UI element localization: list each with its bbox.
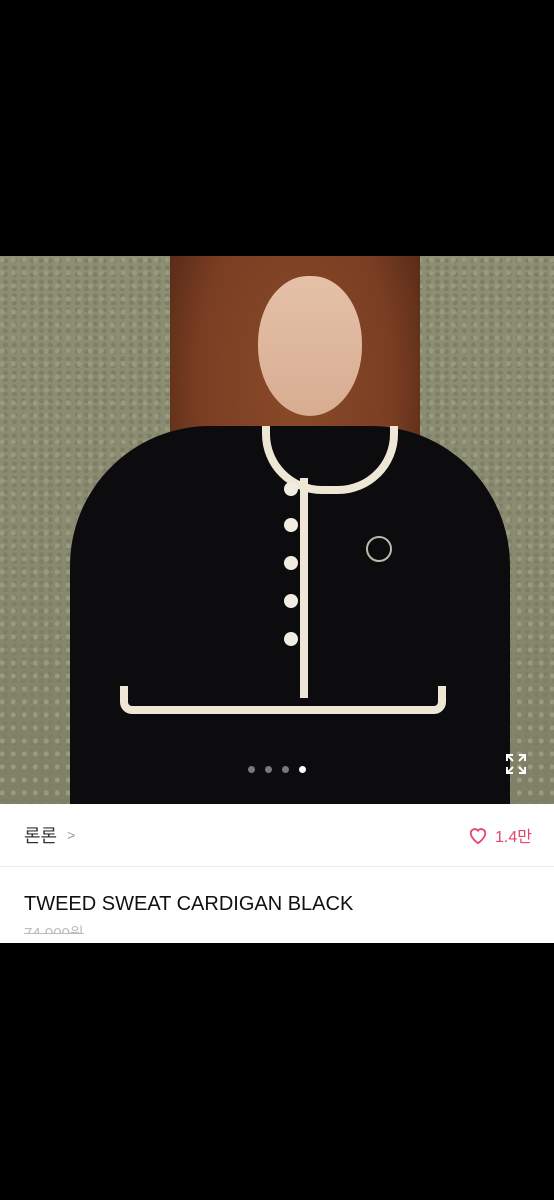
cardigan-button	[284, 482, 298, 496]
product-image[interactable]	[0, 256, 554, 804]
model-face	[258, 276, 362, 416]
cardigan-button	[284, 632, 298, 646]
chevron-right-icon: >	[67, 827, 76, 843]
carousel-dot[interactable]	[265, 766, 272, 773]
product-info-panel: 론론 > 1.4만 TWEED SWEAT CARDIGAN BLACK 74,…	[0, 804, 554, 943]
like-count: 1.4만	[495, 829, 532, 846]
brand-row: 론론 > 1.4만	[0, 804, 554, 867]
brand-name: 론론	[24, 826, 58, 846]
brand-link[interactable]: 론론 >	[24, 822, 75, 848]
product-price: 74,000원	[24, 925, 84, 934]
cardigan-front-trim	[300, 478, 308, 698]
like-button[interactable]: 1.4만	[467, 823, 532, 847]
carousel-dot[interactable]	[282, 766, 289, 773]
heart-icon	[469, 828, 487, 845]
carousel-dot[interactable]	[248, 766, 255, 773]
expand-icon[interactable]	[504, 752, 528, 776]
carousel-dot-active[interactable]	[299, 766, 306, 773]
cardigan-hem-trim	[120, 686, 446, 714]
product-title: TWEED SWEAT CARDIGAN BLACK	[24, 893, 354, 915]
cardigan-button	[284, 556, 298, 570]
cardigan-emblem	[366, 536, 392, 562]
cardigan-button	[284, 518, 298, 532]
carousel-indicators	[0, 766, 554, 773]
cardigan-button	[284, 594, 298, 608]
